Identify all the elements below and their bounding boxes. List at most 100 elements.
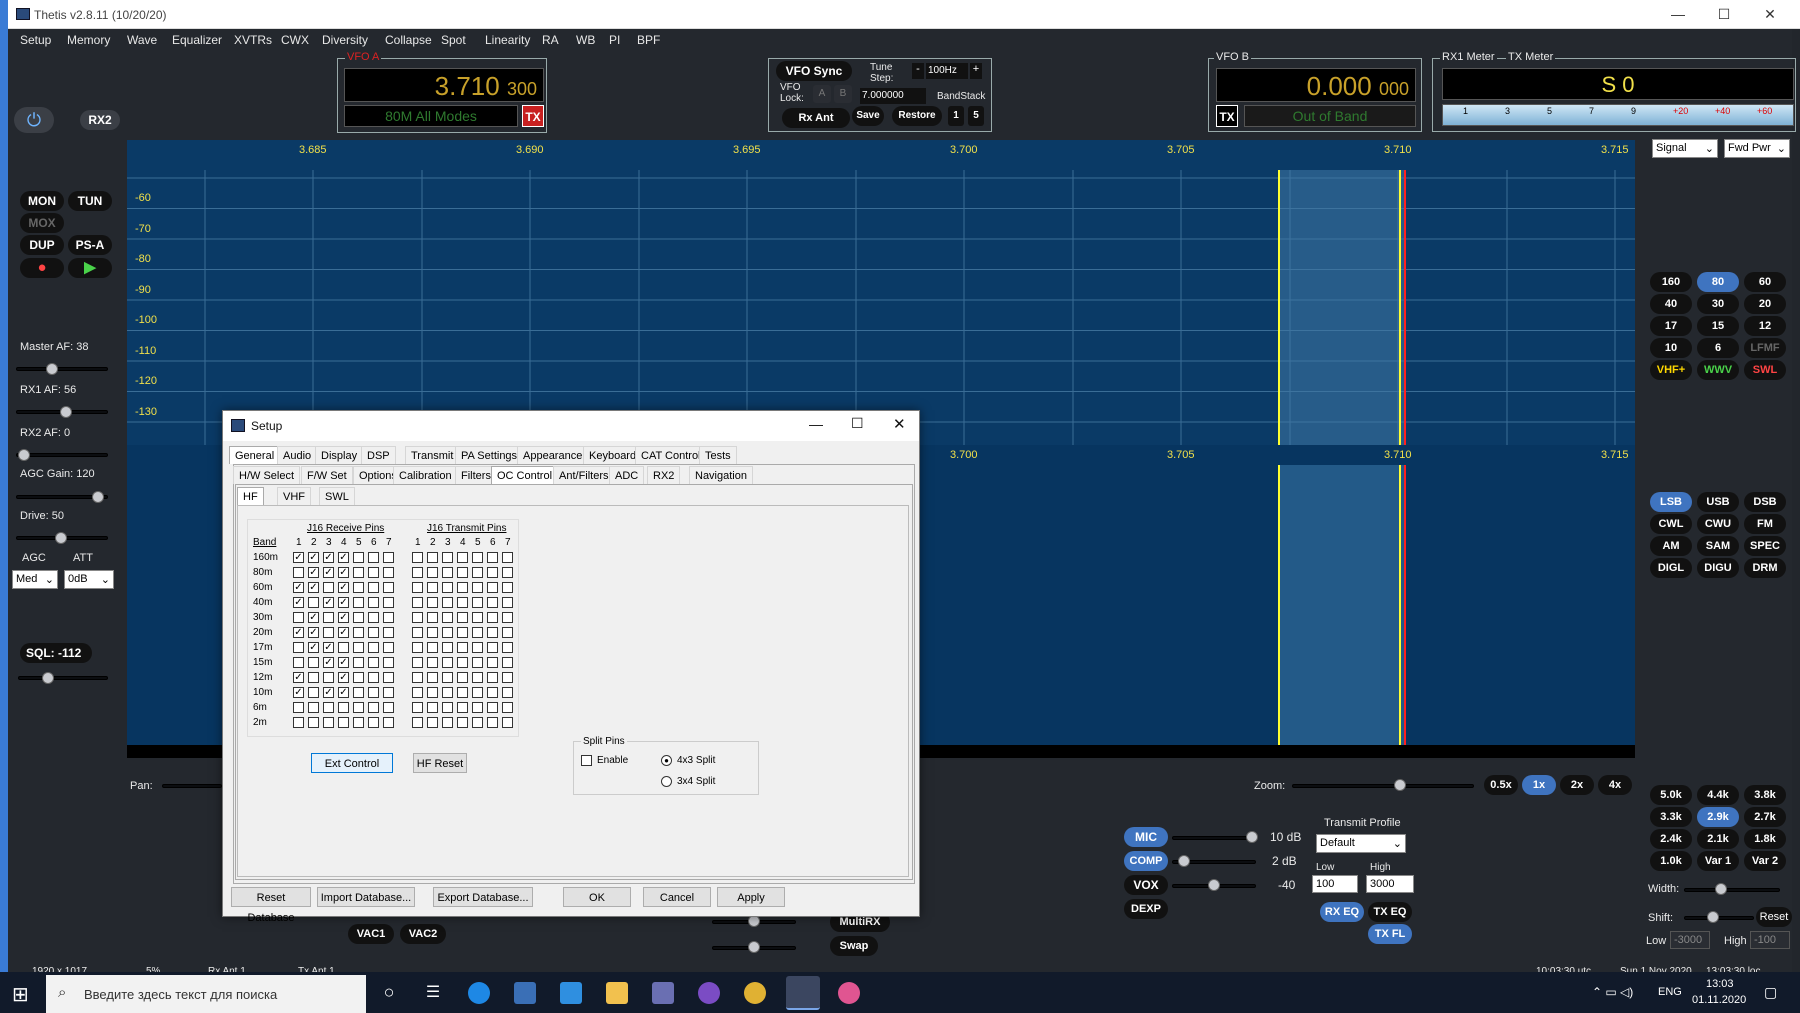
rx-pin-checkbox[interactable] [353, 567, 364, 578]
hf-tab-swl[interactable]: SWL [319, 487, 355, 505]
vac2-button[interactable]: VAC2 [400, 924, 446, 944]
rx-pin-checkbox[interactable] [353, 687, 364, 698]
tx-pin-checkbox[interactable] [487, 717, 498, 728]
rx-pin-checkbox[interactable] [308, 687, 319, 698]
vfo-a-display[interactable]: 3.710 300 [344, 68, 544, 102]
tx-pin-checkbox[interactable] [502, 702, 513, 713]
rx-eq-button[interactable]: RX EQ [1320, 902, 1364, 922]
tx-pin-checkbox[interactable] [472, 657, 483, 668]
ok-button[interactable]: OK [563, 887, 631, 907]
folder-icon[interactable] [606, 982, 628, 1004]
tx-pin-checkbox[interactable] [472, 702, 483, 713]
tx-pin-checkbox[interactable] [442, 627, 453, 638]
transmit-profile-select[interactable]: Default ⌄ [1316, 834, 1406, 853]
comp-button[interactable]: COMP [1124, 851, 1168, 871]
tx-pin-checkbox[interactable] [487, 552, 498, 563]
export-database-button[interactable]: Export Database... [433, 887, 533, 907]
filter-high-input[interactable]: -100 [1750, 931, 1790, 949]
tx-pin-checkbox[interactable] [442, 552, 453, 563]
filter-shift-knob[interactable] [1707, 911, 1719, 923]
rx-pin-checkbox[interactable] [323, 672, 334, 683]
menu-item-setup[interactable]: Setup [20, 33, 51, 47]
tx-pin-checkbox[interactable] [442, 612, 453, 623]
band-button-swl[interactable]: SWL [1744, 360, 1786, 380]
record-button[interactable]: ● [20, 258, 64, 278]
rx-pin-checkbox[interactable]: ✓ [323, 687, 334, 698]
band-button-lfmf[interactable]: LFMF [1744, 338, 1786, 358]
rx-pin-checkbox[interactable] [353, 642, 364, 653]
tx-pin-checkbox[interactable] [412, 582, 423, 593]
rx-pin-checkbox[interactable] [323, 702, 334, 713]
filter-button[interactable]: Var 2 [1744, 851, 1786, 871]
mic-slider[interactable] [1172, 836, 1256, 840]
zoom-4x-button[interactable]: 4x [1598, 775, 1632, 795]
vfo-sync-button[interactable]: VFO Sync [776, 61, 852, 81]
tx-pin-checkbox[interactable] [487, 627, 498, 638]
tx-pin-checkbox[interactable] [412, 612, 423, 623]
tx-pin-checkbox[interactable] [442, 687, 453, 698]
tx-pin-checkbox[interactable] [487, 567, 498, 578]
rx-pin-checkbox[interactable] [353, 717, 364, 728]
bandstack-5-button[interactable]: 5 [968, 106, 984, 126]
rx-pin-checkbox[interactable]: ✓ [308, 567, 319, 578]
tray-icons[interactable]: ⌃ ▭ ◁) [1592, 985, 1633, 999]
band-button-160[interactable]: 160 [1650, 272, 1692, 292]
rx-pin-checkbox[interactable]: ✓ [338, 687, 349, 698]
rx-pin-checkbox[interactable] [368, 627, 379, 638]
rx-pin-checkbox[interactable] [353, 627, 364, 638]
setup-tab-display[interactable]: Display [315, 446, 364, 464]
rx-pin-checkbox[interactable] [368, 642, 379, 653]
sql-slider[interactable] [18, 676, 108, 680]
comp-knob[interactable] [1178, 855, 1190, 867]
setup-tab-pasettings[interactable]: PA Settings [455, 446, 524, 464]
viber-icon[interactable] [698, 982, 720, 1004]
timeline-icon[interactable]: ☰ [422, 982, 444, 1004]
setup-subtab-navigation[interactable]: Navigation [689, 466, 753, 484]
setup-subtab-rx[interactable]: RX2 [647, 466, 681, 484]
tx-pin-checkbox[interactable] [427, 672, 438, 683]
att-select[interactable]: 0dB ⌄ [64, 570, 114, 589]
hf-reset-button[interactable]: HF Reset [413, 753, 467, 773]
band-button-6[interactable]: 6 [1697, 338, 1739, 358]
filter-button[interactable]: 2.4k [1650, 829, 1692, 849]
rx-pin-checkbox[interactable] [353, 597, 364, 608]
tx-pin-checkbox[interactable] [457, 552, 468, 563]
tx-filter-button[interactable]: TX FL [1368, 924, 1412, 944]
filter-button[interactable]: 5.0k [1650, 785, 1692, 805]
tx-pin-checkbox[interactable] [457, 687, 468, 698]
lock-a-button[interactable]: A [813, 85, 831, 103]
tx-pin-checkbox[interactable] [502, 597, 513, 608]
rx-pin-checkbox[interactable] [383, 582, 394, 593]
setup-maximize-icon[interactable]: ☐ [851, 415, 864, 432]
cancel-button[interactable]: Cancel [643, 887, 711, 907]
tx-pin-checkbox[interactable] [427, 612, 438, 623]
rx-pin-checkbox[interactable]: ✓ [293, 552, 304, 563]
zoom-1x-button[interactable]: 1x [1522, 775, 1556, 795]
tx-pin-checkbox[interactable] [487, 642, 498, 653]
mode-button-digu[interactable]: DIGU [1697, 558, 1739, 578]
band-button-20[interactable]: 20 [1744, 294, 1786, 314]
tx-pin-checkbox[interactable] [412, 642, 423, 653]
rx-pin-checkbox[interactable]: ✓ [338, 612, 349, 623]
menu-item-collapse[interactable]: Collapse [385, 33, 432, 47]
rx-pin-checkbox[interactable] [383, 717, 394, 728]
tx-pin-checkbox[interactable] [487, 687, 498, 698]
menu-item-memory[interactable]: Memory [67, 33, 110, 47]
rx-pin-checkbox[interactable] [293, 642, 304, 653]
tx-pin-checkbox[interactable] [457, 672, 468, 683]
tx-pin-checkbox[interactable] [457, 582, 468, 593]
menu-item-linearity[interactable]: Linearity [485, 33, 530, 47]
filter-button[interactable]: 2.1k [1697, 829, 1739, 849]
rx-pin-checkbox[interactable]: ✓ [323, 642, 334, 653]
tx-pin-checkbox[interactable] [487, 702, 498, 713]
setup-tab-catcontrol[interactable]: CAT Control [635, 446, 707, 464]
rx-pin-checkbox[interactable] [293, 717, 304, 728]
rx-pin-checkbox[interactable] [308, 702, 319, 713]
app-icon-2[interactable] [838, 982, 860, 1004]
reset-database-button[interactable]: Reset Database [231, 887, 311, 924]
band-button-17[interactable]: 17 [1650, 316, 1692, 336]
rx-pin-checkbox[interactable] [383, 612, 394, 623]
tx-pin-checkbox[interactable] [427, 657, 438, 668]
rx-pin-checkbox[interactable]: ✓ [323, 657, 334, 668]
band-button-vhfplus[interactable]: VHF+ [1650, 360, 1692, 380]
